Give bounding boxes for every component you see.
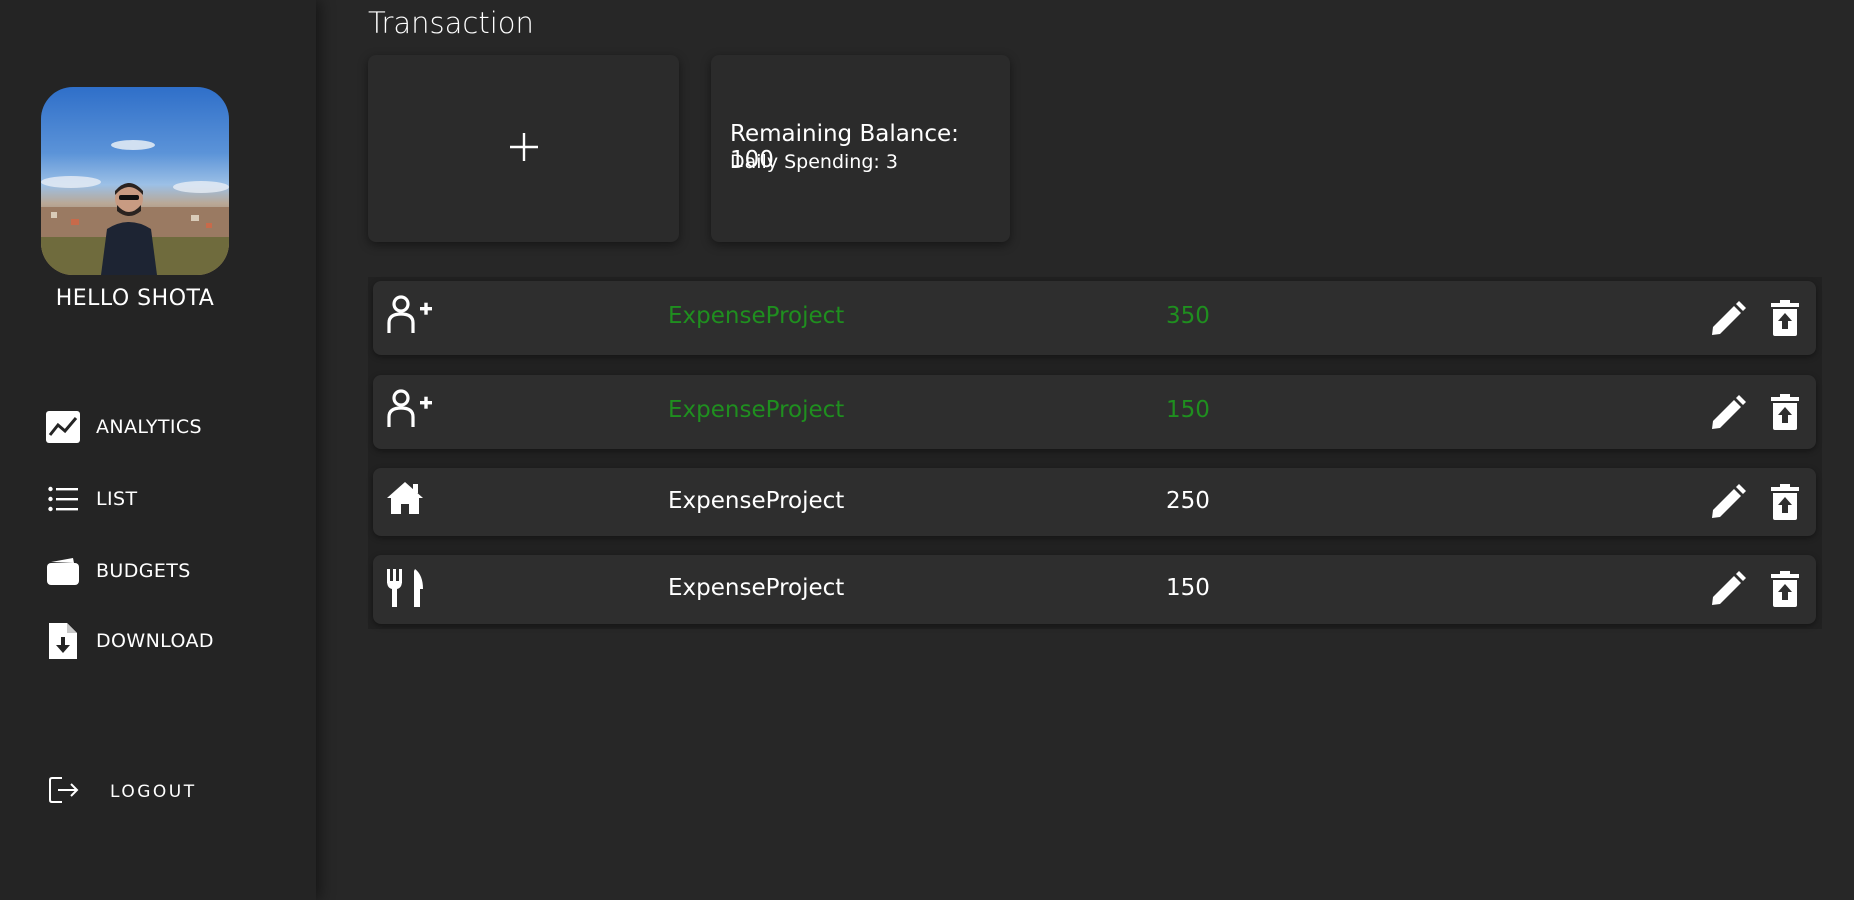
- greeting: HELLO SHOTA: [55, 286, 215, 311]
- nav-item-analytics[interactable]: ANALYTICS: [46, 410, 202, 444]
- add-person-icon: [387, 295, 433, 339]
- chart-icon: [46, 410, 80, 444]
- pencil-icon: [1712, 301, 1746, 335]
- transaction-name: ExpenseProject: [668, 488, 845, 514]
- transaction-row: ExpenseProject 150: [373, 375, 1816, 449]
- balance-card: Remaining Balance: 100 Daily Spending: 3: [711, 55, 1010, 242]
- nav-item-download[interactable]: DOWNLOAD: [46, 623, 214, 659]
- trash-icon: [1771, 300, 1799, 336]
- nav-label-budgets: BUDGETS: [96, 560, 191, 582]
- logout-button[interactable]: LOGOUT: [48, 776, 197, 808]
- logout-icon: [48, 776, 80, 808]
- delete-button[interactable]: [1771, 571, 1799, 611]
- pencil-icon: [1712, 484, 1746, 518]
- transaction-amount: 150: [1166, 575, 1210, 601]
- transaction-name: ExpenseProject: [668, 575, 845, 601]
- transaction-name: ExpenseProject: [668, 397, 845, 423]
- delete-button[interactable]: [1771, 394, 1799, 434]
- add-person-icon: [387, 389, 433, 433]
- edit-button[interactable]: [1710, 301, 1746, 341]
- pencil-icon: [1712, 395, 1746, 429]
- fork-knife-icon: [387, 569, 423, 611]
- list-icon: [46, 482, 80, 516]
- wallet-icon: [46, 554, 80, 588]
- nav-item-list[interactable]: LIST: [46, 482, 137, 516]
- nav-label-list: LIST: [96, 488, 138, 510]
- transaction-row: ExpenseProject 250: [373, 468, 1816, 536]
- page-title: Transaction: [368, 6, 534, 40]
- transaction-amount: 350: [1166, 303, 1210, 329]
- nav-label-download: DOWNLOAD: [96, 630, 214, 652]
- transaction-list: ExpenseProject 350 ExpenseProject 150 Ex…: [368, 277, 1822, 629]
- trash-icon: [1771, 484, 1799, 520]
- nav-item-budgets[interactable]: BUDGETS: [46, 554, 191, 588]
- home-icon: [387, 482, 423, 518]
- plus-icon: [509, 132, 539, 166]
- transaction-amount: 250: [1166, 488, 1210, 514]
- delete-button[interactable]: [1771, 484, 1799, 524]
- sidebar: HELLO SHOTA ANALYTICS LIST BUDGETS DOWNL…: [0, 0, 316, 900]
- pencil-icon: [1712, 571, 1746, 605]
- transaction-name: ExpenseProject: [668, 303, 845, 329]
- transaction-amount: 150: [1166, 397, 1210, 423]
- edit-button[interactable]: [1710, 571, 1746, 611]
- trash-icon: [1771, 571, 1799, 607]
- trash-icon: [1771, 394, 1799, 430]
- daily-spending: Daily Spending: 3: [730, 151, 898, 173]
- edit-button[interactable]: [1710, 395, 1746, 435]
- nav-label-analytics: ANALYTICS: [96, 416, 203, 438]
- transaction-row: ExpenseProject 350: [373, 281, 1816, 355]
- logout-label: LOGOUT: [110, 782, 197, 802]
- avatar: [41, 87, 229, 275]
- file-download-icon: [46, 623, 80, 659]
- delete-button[interactable]: [1771, 300, 1799, 340]
- edit-button[interactable]: [1710, 484, 1746, 524]
- transaction-row: ExpenseProject 150: [373, 555, 1816, 624]
- add-transaction-button[interactable]: [368, 55, 679, 242]
